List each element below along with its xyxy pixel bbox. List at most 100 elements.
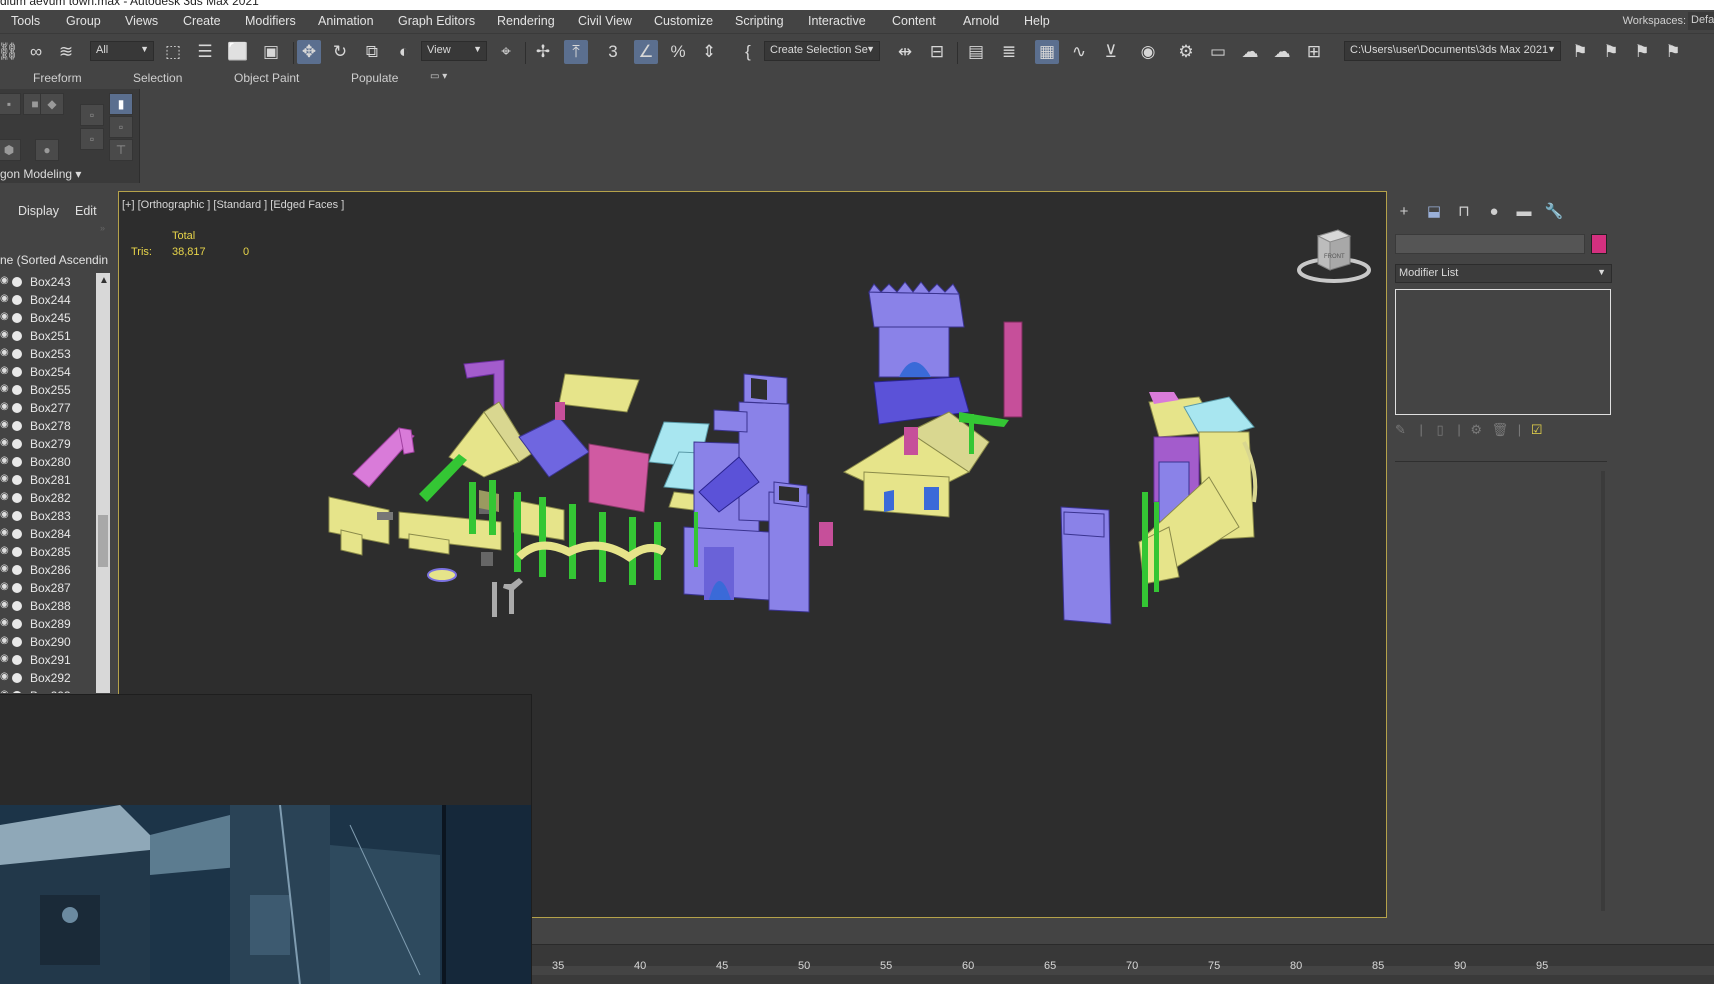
project-settings-icon[interactable]: ⚑ <box>1661 40 1685 64</box>
select-by-name-icon[interactable]: ☰ <box>193 40 217 64</box>
freeze-toggle-icon[interactable] <box>12 655 22 665</box>
freeze-toggle-icon[interactable] <box>12 511 22 521</box>
menu-scripting[interactable]: Scripting <box>735 14 784 28</box>
rendered-frame-window-icon[interactable]: ▭ <box>1206 40 1230 64</box>
list-item[interactable]: ◉ Box245 <box>0 309 100 327</box>
list-item[interactable]: ◉ Box292 <box>0 669 100 687</box>
vertex-mode-icon[interactable]: ▪ <box>0 93 21 115</box>
menu-tools[interactable]: Tools <box>11 14 40 28</box>
polygon-modeling-label[interactable]: gon Modeling ▾ <box>0 167 81 181</box>
menu-create[interactable]: Create <box>183 14 221 28</box>
list-item[interactable]: ◉ Box290 <box>0 633 100 651</box>
freeze-toggle-icon[interactable] <box>12 331 22 341</box>
project-folder-dropdown[interactable]: C:\Users\user\Documents\3ds Max 2021 ▼ <box>1344 41 1561 61</box>
list-item[interactable]: ◉ Box255 <box>0 381 100 399</box>
preserve-uvs-icon[interactable]: ▮ <box>109 93 133 115</box>
tab-object-paint[interactable]: Object Paint <box>234 71 299 85</box>
freeze-toggle-icon[interactable] <box>12 457 22 467</box>
freeze-toggle-icon[interactable] <box>12 403 22 413</box>
menu-help[interactable]: Help <box>1024 14 1050 28</box>
list-item[interactable]: ◉ Box285 <box>0 543 100 561</box>
list-item[interactable]: ◉ Box243 <box>0 273 100 291</box>
spinner-snap-icon[interactable]: ⇕ <box>697 40 721 64</box>
eye-icon[interactable]: ◉ <box>0 330 10 340</box>
modify-icon[interactable]: ⬓ <box>1423 201 1445 221</box>
object-name-field[interactable] <box>1395 234 1585 254</box>
eye-icon[interactable]: ◉ <box>0 528 10 538</box>
eye-icon[interactable]: ◉ <box>0 456 10 466</box>
modifier-list-dropdown[interactable]: Modifier List ▼ <box>1395 264 1612 283</box>
selection-filter-dropdown[interactable]: All ▼ <box>90 41 154 61</box>
ribbon-options-icon[interactable]: ▭ ▾ <box>430 71 447 82</box>
command-panel-scrollbar[interactable] <box>1601 471 1605 911</box>
pivot-center-icon[interactable]: ⌖ <box>494 40 518 64</box>
freeze-toggle-icon[interactable] <box>12 619 22 629</box>
ignore-backfacing-icon[interactable]: ▫ <box>109 116 133 138</box>
menu-graph-editors[interactable]: Graph Editors <box>398 14 475 28</box>
menu-arnold[interactable]: Arnold <box>963 14 999 28</box>
list-item[interactable]: ◉ Box291 <box>0 651 100 669</box>
freeze-toggle-icon[interactable] <box>12 385 22 395</box>
explorer-scrollbar[interactable]: ▲ <box>96 273 110 693</box>
eye-icon[interactable]: ◉ <box>0 600 10 610</box>
named-selection-set-dropdown[interactable]: Create Selection Se ▼ <box>764 41 880 61</box>
list-item[interactable]: ◉ Box278 <box>0 417 100 435</box>
freeze-toggle-icon[interactable] <box>12 565 22 575</box>
eye-icon[interactable]: ◉ <box>0 294 10 304</box>
freeze-toggle-icon[interactable] <box>12 547 22 557</box>
display-icon[interactable]: ▬ <box>1513 201 1535 221</box>
mirror-icon[interactable]: ⇹ <box>893 40 917 64</box>
eye-icon[interactable]: ◉ <box>0 618 10 628</box>
menu-content[interactable]: Content <box>892 14 936 28</box>
tab-populate[interactable]: Populate <box>351 71 398 85</box>
list-item[interactable]: ◉ Box286 <box>0 561 100 579</box>
configure-modifier-sets-icon[interactable]: ☑ <box>1531 422 1543 437</box>
eye-icon[interactable]: ◉ <box>0 582 10 592</box>
eye-icon[interactable]: ◉ <box>0 366 10 376</box>
collapse-stack-icon[interactable]: ▫ <box>80 128 104 150</box>
list-item[interactable]: ◉ Box287 <box>0 579 100 597</box>
rectangular-selection-icon[interactable]: ⬜ <box>226 40 250 64</box>
list-item[interactable]: ◉ Box293 <box>0 687 100 693</box>
freeze-toggle-icon[interactable] <box>12 439 22 449</box>
freeze-toggle-icon[interactable] <box>12 637 22 647</box>
workspaces-dropdown[interactable]: Defa <box>1688 12 1714 30</box>
eye-icon[interactable]: ◉ <box>0 492 10 502</box>
render-cloud-icon[interactable]: ☁ <box>1270 40 1294 64</box>
explorer-tab-display[interactable]: Display <box>18 204 59 218</box>
freeze-toggle-icon[interactable] <box>12 349 22 359</box>
freeze-toggle-icon[interactable] <box>12 313 22 323</box>
modify-mode-icon[interactable]: ⬢ <box>0 139 21 161</box>
freeze-toggle-icon[interactable] <box>12 421 22 431</box>
list-item[interactable]: ◉ Box277 <box>0 399 100 417</box>
double-chevron-icon[interactable]: » <box>100 223 105 233</box>
eye-icon[interactable]: ◉ <box>0 402 10 412</box>
freeze-toggle-icon[interactable] <box>12 529 22 539</box>
show-end-result-icon[interactable]: ▫ <box>80 104 104 126</box>
layer-explorer-icon[interactable]: ▤ <box>964 40 988 64</box>
list-item[interactable]: ◉ Box254 <box>0 363 100 381</box>
bind-spacewarp-icon[interactable]: ≋ <box>54 40 78 64</box>
reference-coordinate-dropdown[interactable]: View ▼ <box>421 41 487 61</box>
list-item[interactable]: ◉ Box279 <box>0 435 100 453</box>
select-manipulate-icon[interactable]: ✢ <box>531 40 555 64</box>
schematic-view-icon[interactable]: ⊻ <box>1099 40 1123 64</box>
eye-icon[interactable]: ◉ <box>0 654 10 664</box>
scrollbar-thumb[interactable] <box>98 515 108 567</box>
project-save-icon[interactable]: ⚑ <box>1630 40 1654 64</box>
freeze-toggle-icon[interactable] <box>12 493 22 503</box>
hierarchy-icon[interactable]: ⊓ <box>1453 201 1475 221</box>
render-setup-icon[interactable]: ⚙ <box>1174 40 1198 64</box>
eye-icon[interactable]: ◉ <box>0 672 10 682</box>
tab-freeform[interactable]: Freeform <box>33 71 82 85</box>
explorer-tab-edit[interactable]: Edit <box>75 204 97 218</box>
rotate-icon[interactable]: ↻ <box>328 40 352 64</box>
list-item[interactable]: ◉ Box283 <box>0 507 100 525</box>
align-icon[interactable]: ⊟ <box>925 40 949 64</box>
menu-rendering[interactable]: Rendering <box>497 14 555 28</box>
eye-icon[interactable]: ◉ <box>0 276 10 286</box>
show-end-result-icon[interactable]: ▯ <box>1437 422 1444 437</box>
eye-icon[interactable]: ◉ <box>0 420 10 430</box>
remove-modifier-icon[interactable]: 🗑 <box>1492 422 1509 437</box>
eye-icon[interactable]: ◉ <box>0 564 10 574</box>
